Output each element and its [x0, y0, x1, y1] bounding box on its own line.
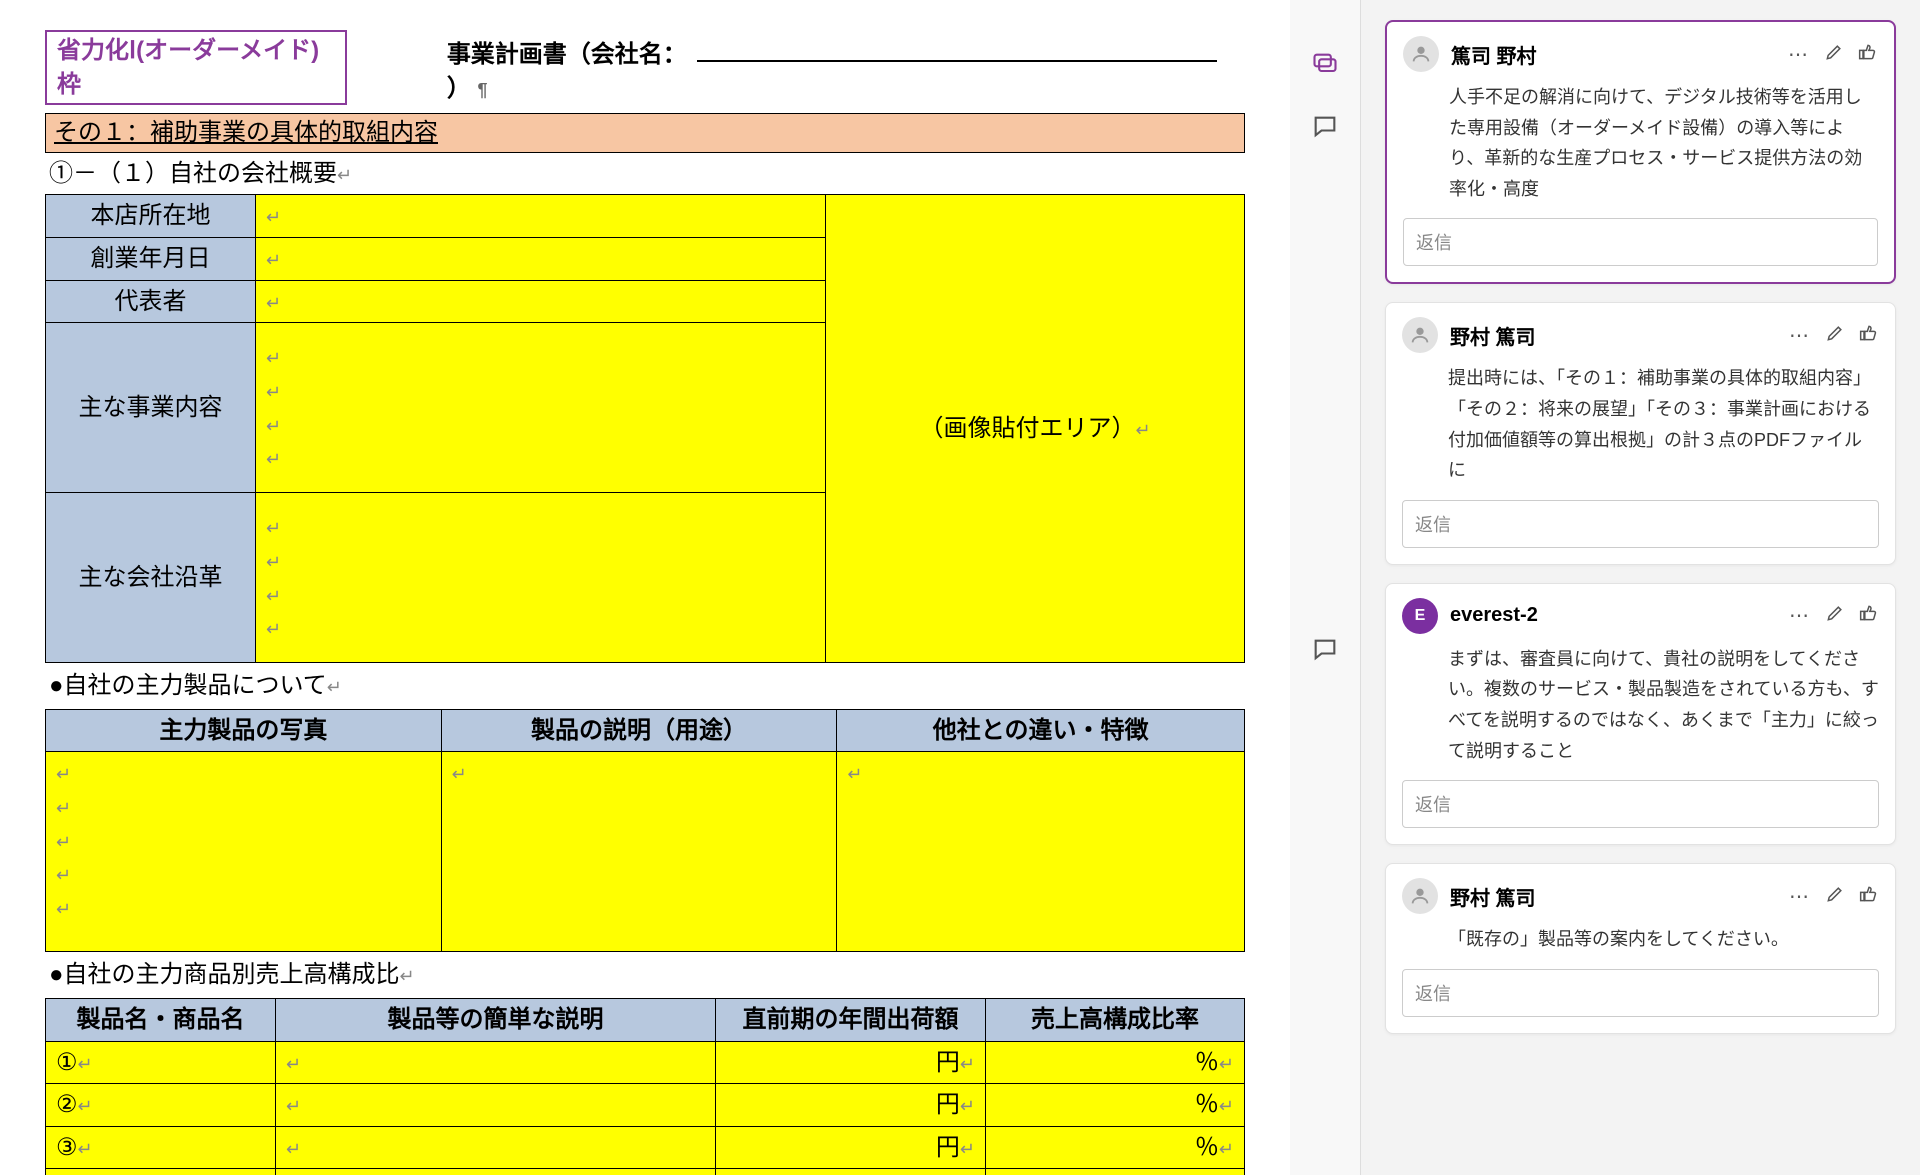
document-content: 省力化Ⅰ(オーダーメイド)枠 事業計画書（会社名： ） ¶ その１：補助事業の具… [45, 0, 1245, 1175]
cell-pct[interactable]: ％↵ [986, 1169, 1245, 1175]
like-icon[interactable] [1858, 42, 1878, 67]
cell-value[interactable]: ↵↵ ↵↵ [256, 493, 826, 663]
edit-icon[interactable] [1825, 884, 1845, 909]
row-num[interactable]: ②↵ [46, 1084, 276, 1127]
comment-thread-icon[interactable] [1311, 50, 1339, 83]
cell-yen[interactable]: 円↵ [716, 1126, 986, 1169]
avatar [1402, 878, 1438, 914]
row-label: 創業年月日 [46, 237, 256, 280]
sales-composition-table: 製品名・商品名 製品等の簡単な説明 直前期の年間出荷額 売上高構成比率 ①↵ ↵… [45, 998, 1245, 1175]
col-header: 直前期の年間出荷額 [716, 998, 986, 1041]
col-header: 製品等の簡単な説明 [276, 998, 716, 1041]
more-icon[interactable]: ⋯ [1789, 603, 1811, 628]
row-num[interactable]: ④その他↵ [46, 1169, 276, 1175]
more-icon[interactable]: ⋯ [1788, 42, 1810, 67]
more-icon[interactable]: ⋯ [1789, 884, 1811, 909]
row-label: 主な会社沿革 [46, 493, 256, 663]
comment-author: 篤司 野村 [1451, 40, 1776, 69]
company-overview-table: 本店所在地 ↵ （画像貼付エリア）↵ 創業年月日 ↵ 代表者 ↵ 主な事業内容 … [45, 194, 1245, 663]
cell-value[interactable]: ↵ [256, 195, 826, 238]
comments-panel[interactable]: 篤司 野村 ⋯ 人手不足の解消に向けて、デジタル技術等を活用した専用設備（オーダ… [1360, 0, 1920, 1175]
row-label: 代表者 [46, 280, 256, 323]
reply-input[interactable]: 返信 [1402, 500, 1879, 548]
avatar [1403, 36, 1439, 72]
main-products-table: 主力製品の写真 製品の説明（用途） 他社との違い・特徴 ↵↵ ↵↵ ↵ ↵ ↵ [45, 709, 1245, 953]
comment-author: 野村 篤司 [1450, 882, 1777, 911]
cell-pct[interactable]: ％↵ [986, 1041, 1245, 1084]
row-num[interactable]: ③↵ [46, 1126, 276, 1169]
like-icon[interactable] [1859, 603, 1879, 628]
cell-value[interactable]: ↵ [276, 1169, 716, 1175]
edit-icon[interactable] [1825, 323, 1845, 348]
like-icon[interactable] [1859, 884, 1879, 909]
cell-value[interactable]: ↵ [441, 752, 837, 952]
col-header: 売上高構成比率 [986, 998, 1245, 1041]
comment-card[interactable]: 野村 篤司 ⋯ 「既存の」製品等の案内をしてください。 返信 [1385, 863, 1896, 1034]
title-prefix: 事業計画書（会社名： [447, 41, 687, 68]
document-canvas[interactable]: 省力化Ⅰ(オーダーメイド)枠 事業計画書（会社名： ） ¶ その１：補助事業の具… [0, 0, 1290, 1175]
avatar: E [1402, 598, 1438, 634]
section-1-title: その１：補助事業の具体的取組内容 [45, 113, 1245, 153]
comment-body: 人手不足の解消に向けて、デジタル技術等を活用した専用設備（オーダーメイド設備）の… [1403, 82, 1878, 204]
col-header: 他社との違い・特徴 [837, 709, 1245, 752]
reply-input[interactable]: 返信 [1402, 780, 1879, 828]
comment-body: 「既存の」製品等の案内をしてください。 [1402, 924, 1879, 955]
image-paste-area[interactable]: （画像貼付エリア）↵ [826, 195, 1245, 663]
comment-body: まずは、審査員に向けて、貴社の説明をしてください。複数のサービス・製品製造をされ… [1402, 644, 1879, 766]
more-icon[interactable]: ⋯ [1789, 323, 1811, 348]
company-name-blank [697, 38, 1217, 62]
col-header: 主力製品の写真 [46, 709, 442, 752]
row-label: 主な事業内容 [46, 323, 256, 493]
comment-card[interactable]: 篤司 野村 ⋯ 人手不足の解消に向けて、デジタル技術等を活用した専用設備（オーダ… [1385, 20, 1896, 284]
document-title: 事業計画書（会社名： ） ¶ [447, 38, 1245, 105]
bullet-main-products: ●自社の主力製品について↵ [45, 663, 1245, 709]
reply-input[interactable]: 返信 [1402, 969, 1879, 1017]
comment-author: everest-2 [1450, 604, 1777, 627]
title-suffix: ） [447, 75, 471, 102]
cell-value[interactable]: ↵ [276, 1126, 716, 1169]
comment-card[interactable]: 野村 篤司 ⋯ 提出時には、「その１：補助事業の具体的取組内容」「その２：将来の… [1385, 302, 1896, 564]
cell-value[interactable]: ↵ [276, 1084, 716, 1127]
cell-value[interactable]: ↵ [837, 752, 1245, 952]
cell-value[interactable]: ↵ [276, 1041, 716, 1084]
row-label: 本店所在地 [46, 195, 256, 238]
cell-pct[interactable]: ％↵ [986, 1084, 1245, 1127]
col-header: 製品の説明（用途） [441, 709, 837, 752]
cell-yen[interactable]: 円↵ [716, 1084, 986, 1127]
like-icon[interactable] [1859, 323, 1879, 348]
cell-value[interactable]: ↵ [256, 237, 826, 280]
bullet-sales-composition: ●自社の主力商品別売上高構成比↵ [45, 952, 1245, 998]
cell-yen[interactable]: 円↵ [716, 1169, 986, 1175]
col-header: 製品名・商品名 [46, 998, 276, 1041]
cell-value[interactable]: ↵↵ ↵↵ [256, 323, 826, 493]
cell-value[interactable]: ↵ [256, 280, 826, 323]
comment-author: 野村 篤司 [1450, 321, 1777, 350]
cell-pct[interactable]: ％↵ [986, 1126, 1245, 1169]
frame-label: 省力化Ⅰ(オーダーメイド)枠 [45, 30, 347, 105]
comment-icon[interactable] [1311, 636, 1339, 669]
comment-icon[interactable] [1311, 113, 1339, 146]
row-num[interactable]: ①↵ [46, 1041, 276, 1084]
sub-section-title: ①－（１）自社の会社概要↵ [45, 153, 1245, 195]
edit-icon[interactable] [1825, 603, 1845, 628]
comment-indicator-strip [1290, 0, 1360, 1175]
cell-yen[interactable]: 円↵ [716, 1041, 986, 1084]
avatar [1402, 317, 1438, 353]
comment-card[interactable]: E everest-2 ⋯ まずは、審査員に向けて、貴社の説明をしてください。複… [1385, 583, 1896, 845]
reply-input[interactable]: 返信 [1403, 218, 1878, 266]
comment-body: 提出時には、「その１：補助事業の具体的取組内容」「その２：将来の展望」「その３：… [1402, 363, 1879, 485]
cell-value[interactable]: ↵↵ ↵↵ ↵ [46, 752, 442, 952]
edit-icon[interactable] [1824, 42, 1844, 67]
